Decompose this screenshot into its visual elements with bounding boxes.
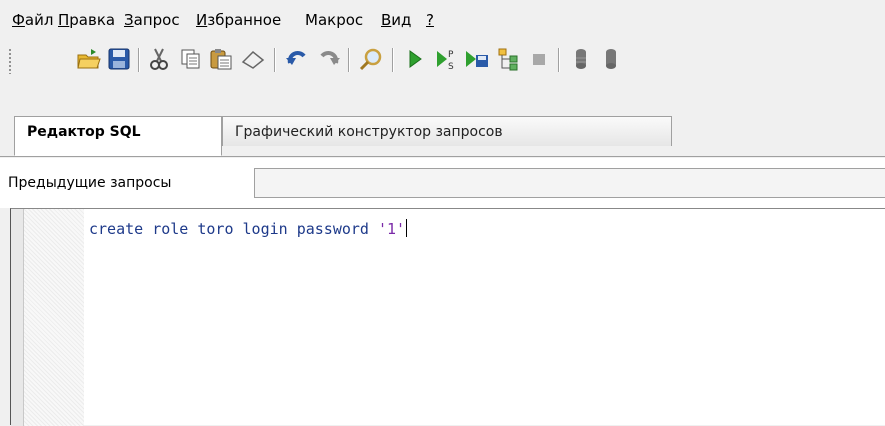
- editor-margin: [24, 209, 84, 426]
- run-icon[interactable]: [400, 42, 430, 76]
- eraser-icon[interactable]: [238, 42, 268, 76]
- explain-plan-icon[interactable]: [494, 42, 524, 76]
- save-icon[interactable]: [104, 42, 134, 76]
- toolbar-separator: [274, 48, 276, 72]
- stop-icon[interactable]: [524, 42, 554, 76]
- toolbar-separator: [348, 48, 350, 72]
- menu-favorites[interactable]: Избранное: [196, 11, 281, 29]
- toolbar-separator: [138, 48, 140, 72]
- menu-edit[interactable]: Правка: [58, 11, 115, 29]
- tab-query-builder[interactable]: Графический конструктор запросов: [222, 116, 672, 146]
- sql-editor[interactable]: create role toro login password '1': [10, 208, 885, 426]
- menu-query[interactable]: Запрос: [124, 11, 180, 29]
- undo-icon[interactable]: [282, 42, 312, 76]
- paste-icon[interactable]: [206, 42, 236, 76]
- commit-icon[interactable]: [566, 42, 596, 76]
- svg-text:P: P: [448, 50, 454, 60]
- toolbar-grip[interactable]: [8, 48, 12, 74]
- menu-view[interactable]: Вид: [381, 11, 411, 29]
- toolbar-separator: [558, 48, 560, 72]
- previous-queries-combo[interactable]: [254, 168, 885, 198]
- svg-text:S: S: [448, 62, 454, 72]
- toolbar-separator: [392, 48, 394, 72]
- code-keywords: create role toro login password: [89, 220, 378, 238]
- tab-strip: Редактор SQL Графический конструктор зап…: [0, 108, 885, 157]
- run-to-file-icon[interactable]: [462, 42, 492, 76]
- menu-macro[interactable]: Макрос: [305, 11, 363, 29]
- previous-queries-label: Предыдущие запросы: [8, 175, 172, 191]
- previous-queries-row: Предыдущие запросы: [0, 158, 885, 208]
- cut-icon[interactable]: [144, 42, 174, 76]
- tab-sql-editor[interactable]: Редактор SQL: [14, 116, 222, 156]
- search-icon[interactable]: [356, 42, 386, 76]
- menu-file[interactable]: Файл: [12, 11, 53, 29]
- menu-bar: Файл Правка Запрос Избранное Макрос Вид …: [0, 0, 885, 34]
- rollback-icon[interactable]: [596, 42, 626, 76]
- toolbar: PS: [0, 34, 885, 108]
- code-line: create role toro login password '1': [89, 219, 408, 239]
- menu-help[interactable]: ?: [426, 11, 434, 29]
- open-folder-icon[interactable]: [74, 42, 104, 76]
- run-script-icon[interactable]: PS: [432, 42, 462, 76]
- copy-icon[interactable]: [176, 42, 206, 76]
- text-caret: [406, 219, 408, 237]
- code-string-literal: '1': [377, 220, 406, 238]
- redo-icon[interactable]: [314, 42, 344, 76]
- editor-gutter: [11, 209, 24, 426]
